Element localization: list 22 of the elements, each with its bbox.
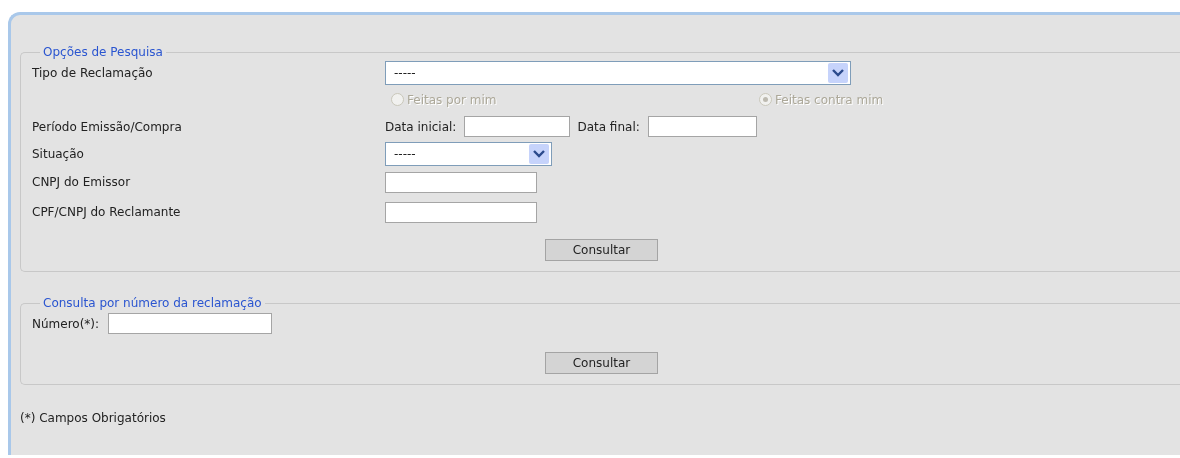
dropdown-select[interactable]: ----- bbox=[385, 60, 851, 85]
fieldset-legend: Opções de Pesquisa bbox=[40, 45, 166, 59]
field-label: Período Emissão/Compra bbox=[32, 118, 183, 136]
field-label: Data inicial: bbox=[385, 118, 457, 136]
consult-button[interactable]: Consultar bbox=[545, 352, 658, 374]
chevron-down-icon bbox=[832, 68, 844, 77]
dropdown-select[interactable]: ----- bbox=[385, 141, 552, 166]
text-input[interactable] bbox=[385, 171, 537, 193]
field-label: CNPJ do Emissor bbox=[32, 174, 132, 191]
footnote: (*) Campos Obrigatórios bbox=[20, 410, 167, 427]
consult-button[interactable]: Consultar bbox=[545, 239, 658, 261]
field-label: CPF/CNPJ do Reclamante bbox=[32, 204, 182, 221]
text-input[interactable] bbox=[385, 201, 537, 223]
date-input[interactable] bbox=[647, 116, 757, 137]
field-label: Número(*): bbox=[32, 315, 100, 333]
chevron-down-icon bbox=[533, 149, 545, 158]
number-input[interactable] bbox=[108, 313, 273, 334]
field-label: Tipo de Reclamação bbox=[32, 64, 154, 82]
field-label: Situação bbox=[32, 145, 85, 163]
fieldset-legend: Consulta por número da reclamação bbox=[40, 296, 265, 310]
date-input[interactable] bbox=[464, 116, 571, 137]
field-label: Data final: bbox=[577, 118, 640, 136]
